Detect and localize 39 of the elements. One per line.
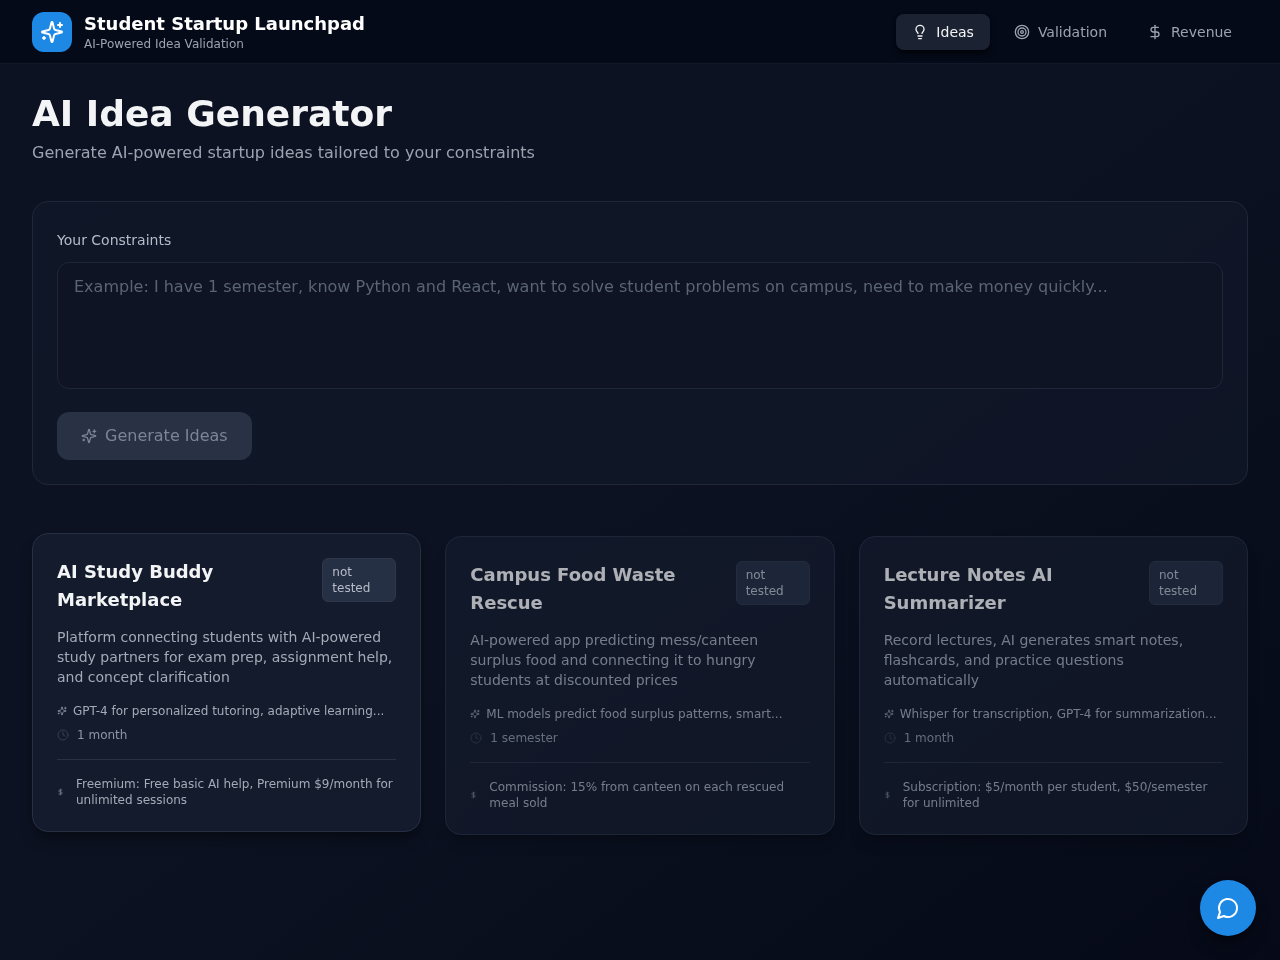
dollar-icon [470,790,478,800]
sparkles-icon [470,709,481,719]
revenue-model: Freemium: Free basic AI help, Premium $9/month for unlimited sessions [76,776,394,808]
status-badge: not tested [1149,561,1223,605]
chat-icon [1216,896,1240,920]
app-subtitle: AI-Powered Idea Validation [84,35,245,52]
constraints-input[interactable]: Example: I have 1 semester, know Python and React, want to solve student problems on campus, need to make money quickly... [57,262,1223,389]
status-badge: not tested [735,561,810,605]
dollar-icon [57,787,64,797]
tech-stack: ML models predict food surplus patterns, smart... [486,706,783,722]
nav-tab[interactable]: Revenue [1131,13,1248,50]
dollar-icon [883,790,891,800]
logo-icon [32,11,72,52]
status-badge: not tested [322,558,397,602]
idea-description: Record lectures, AI generates smart notes, flashcards, and practice questions automatically [883,631,1185,690]
time-estimate: 1 month [77,727,128,743]
page-subtitle: Generate AI-powered startup ideas tailored to your constraints [32,142,535,164]
idea-title: AI Study Buddy Marketplace [57,560,215,612]
nav-tab[interactable]: Ideas [896,13,990,50]
constraints-label: Your Constraints [57,231,172,250]
idea-title: Campus Food Waste Rescue [470,563,677,615]
idea-title: Lecture Notes AI Summarizer [883,563,1054,615]
tech-stack: Whisper for transcription, GPT-4 for summarization... [899,706,1217,722]
sparkles-icon [57,706,67,716]
time-estimate: 1 month [903,730,955,746]
time-estimate: 1 semester [490,730,558,746]
clock-icon [57,729,69,741]
sparkles-icon [81,428,97,444]
target-icon [1013,23,1030,40]
app-title: Student Startup Launchpad [84,11,365,36]
idea-description: AI-powered app predicting mess/canteen surplus food and connecting it to hungry students at discounted prices [470,631,760,690]
revenue-model: Commission: 15% from canteen on each rescued meal sold [489,779,786,811]
dollar-icon [1147,23,1163,40]
revenue-model: Subscription: $5/month per student, $50/semester for unlimited [902,779,1209,811]
sparkles-icon [883,709,894,719]
idea-description: Platform connecting students with AI-powered study partners for exam prep, assignment help, and concept clarification [57,628,394,687]
page-title: AI Idea Generator [32,92,392,136]
nav-tab[interactable]: Validation [997,13,1123,50]
tech-stack: GPT-4 for personalized tutoring, adaptive learning... [73,703,385,719]
